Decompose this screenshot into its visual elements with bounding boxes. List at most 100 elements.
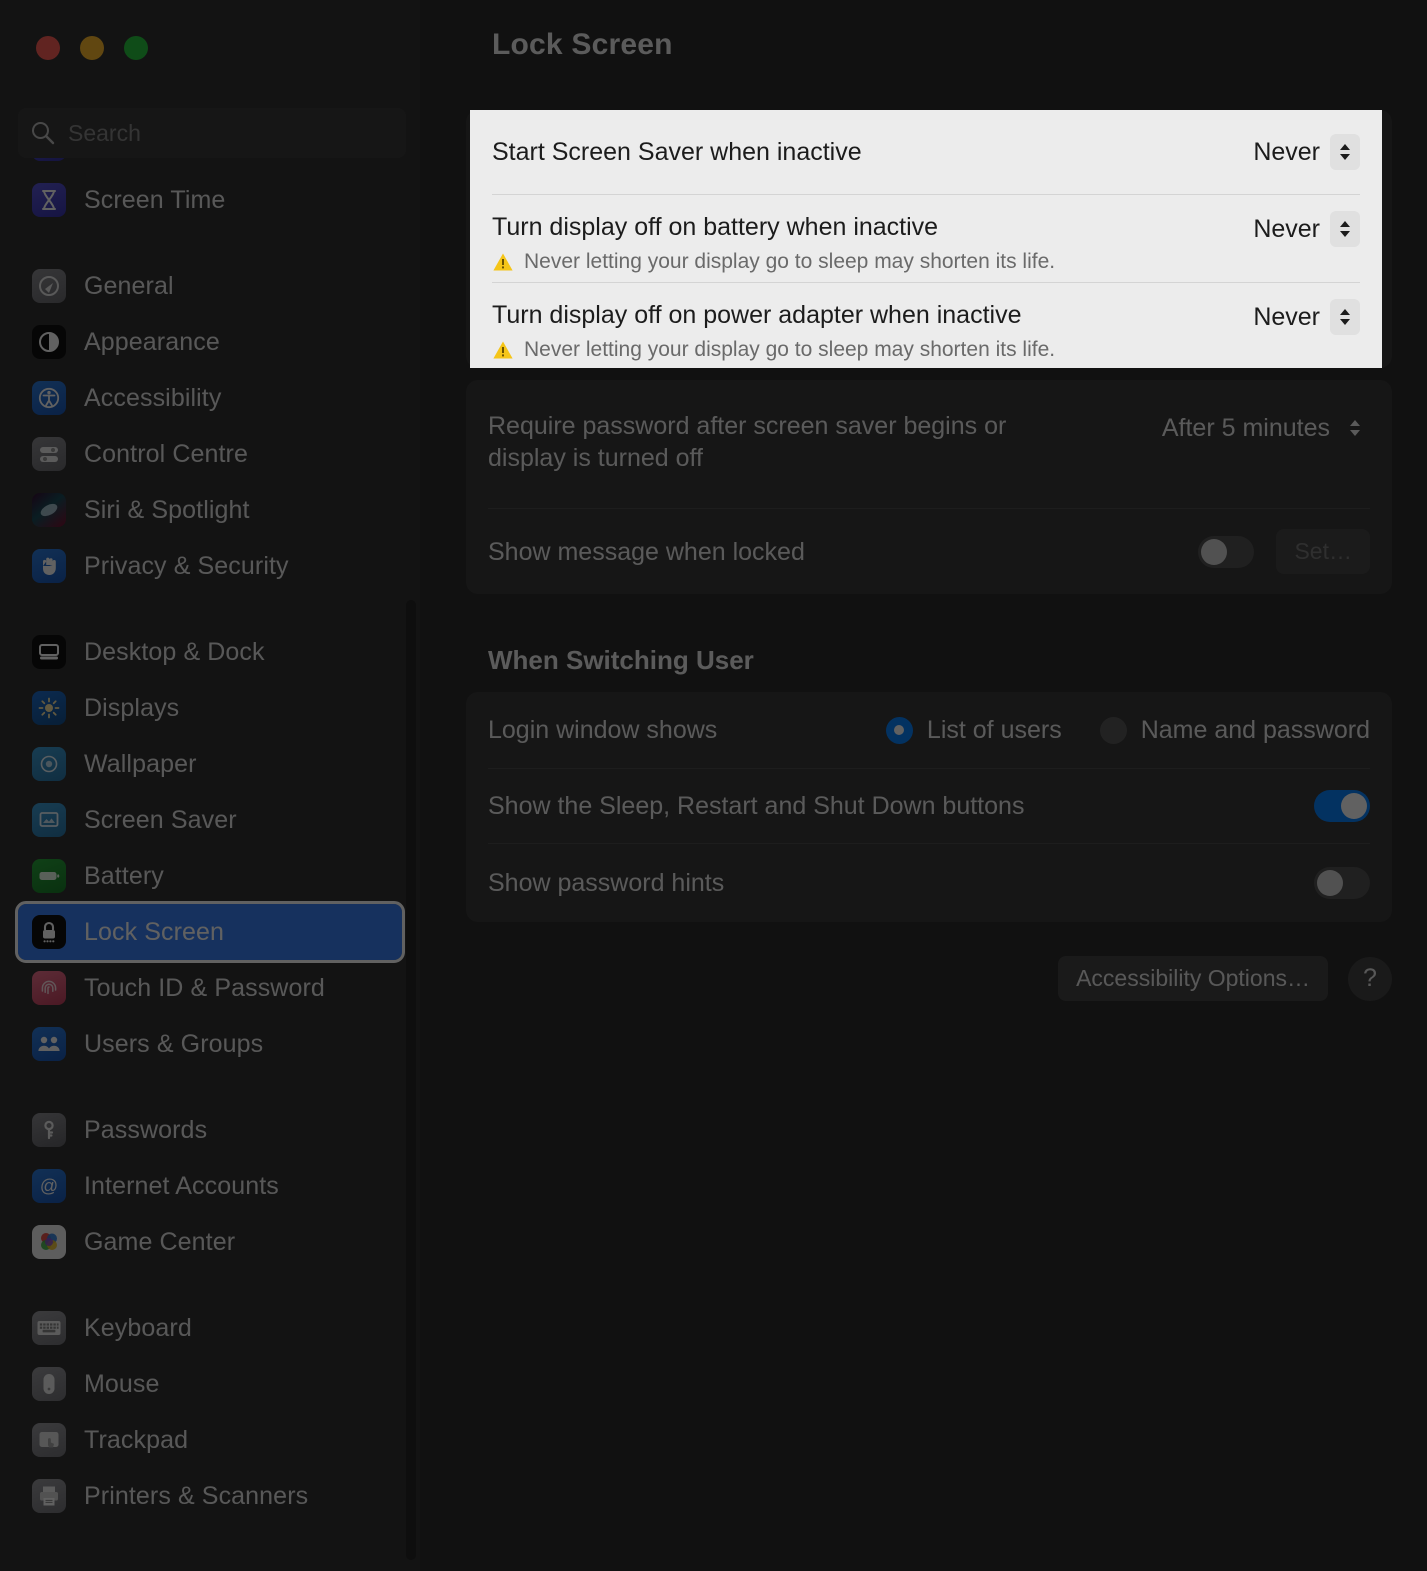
- sidebar-item-battery[interactable]: Battery: [18, 848, 402, 904]
- display-off-battery-popup-highlighted[interactable]: Never: [1253, 211, 1360, 247]
- sidebar-item-displays[interactable]: Displays: [18, 680, 402, 736]
- show-sleep-restart-shutdown-toggle[interactable]: [1314, 790, 1370, 822]
- screen-time-icon: [32, 183, 66, 217]
- row-warning: Never letting your display go to sleep m…: [492, 249, 1055, 275]
- row-label: Login window shows: [488, 716, 718, 744]
- sidebar-item-label: Printers & Scanners: [84, 1481, 309, 1510]
- radio-option-name-and-password[interactable]: Name and password: [1099, 715, 1370, 745]
- sidebar: Focus Screen Time: [0, 0, 420, 1571]
- sidebar-item-label: Screen Saver: [84, 805, 237, 834]
- sidebar-item-touch-id-password[interactable]: Touch ID & Password: [18, 960, 402, 1016]
- set-message-button[interactable]: Set…: [1276, 529, 1370, 574]
- help-button[interactable]: ?: [1348, 956, 1392, 1001]
- sidebar-item-appearance[interactable]: Appearance: [18, 314, 402, 370]
- sidebar-item-mouse[interactable]: Mouse: [18, 1356, 402, 1412]
- sidebar-item-label: Internet Accounts: [84, 1171, 279, 1200]
- desktop-dock-icon: [32, 635, 66, 669]
- sidebar-item-passwords[interactable]: Passwords: [18, 1102, 402, 1158]
- sidebar-item-label: Focus: [84, 158, 153, 159]
- show-password-hints-toggle[interactable]: [1314, 867, 1370, 899]
- sidebar-group-4: Passwords @ Internet Accounts Game Cente…: [18, 1102, 402, 1270]
- accessibility-options-button[interactable]: Accessibility Options…: [1058, 956, 1328, 1001]
- display-off-power-adapter-popup-highlighted[interactable]: Never: [1253, 299, 1360, 335]
- radio-button[interactable]: [885, 716, 913, 744]
- accessibility-icon: [32, 381, 66, 415]
- printers-scanners-icon: [32, 1479, 66, 1513]
- sidebar-item-label: Privacy & Security: [84, 551, 289, 580]
- sidebar-item-desktop-dock[interactable]: Desktop & Dock: [18, 624, 402, 680]
- sidebar-item-game-center[interactable]: Game Center: [18, 1214, 402, 1270]
- zoom-button[interactable]: [124, 36, 148, 60]
- footer-buttons: Accessibility Options… ?: [466, 956, 1392, 1001]
- sidebar-item-lock-screen[interactable]: Lock Screen: [15, 901, 405, 963]
- radio-option-list-of-users[interactable]: List of users: [885, 715, 1062, 745]
- radio-label: Name and password: [1140, 715, 1370, 744]
- login-window-radio-group: List of users Name and password: [885, 715, 1370, 745]
- wallpaper-icon: [32, 747, 66, 781]
- sidebar-scrollbar[interactable]: [406, 600, 416, 1560]
- sidebar-item-label: Game Center: [84, 1227, 236, 1256]
- warning-icon: [493, 253, 513, 271]
- sidebar-item-keyboard[interactable]: Keyboard: [18, 1300, 402, 1356]
- row-label: Turn display off on battery when inactiv…: [492, 213, 939, 241]
- control-centre-icon: [32, 437, 66, 471]
- sidebar-item-label: Displays: [84, 693, 180, 722]
- sidebar-divider: [18, 1270, 402, 1300]
- screen-saver-icon: [32, 803, 66, 837]
- start-screen-saver-popup-highlighted[interactable]: Never: [1253, 134, 1360, 170]
- popup-value: After 5 minutes: [1161, 413, 1330, 442]
- sidebar-item-focus[interactable]: Focus: [18, 158, 402, 172]
- sidebar-item-general[interactable]: General: [18, 258, 402, 314]
- sidebar-item-label: Mouse: [84, 1369, 160, 1398]
- row-display-off-power-adapter-highlighted: Turn display off on power adapter when i…: [470, 283, 1382, 368]
- sidebar-item-siri-spotlight[interactable]: Siri & Spotlight: [18, 482, 402, 538]
- popup-value: Never: [1253, 302, 1320, 331]
- row-warning: Never letting your display go to sleep m…: [492, 337, 1055, 363]
- row-display-off-battery-highlighted: Turn display off on battery when inactiv…: [470, 195, 1382, 282]
- chevron-updown-icon: [1330, 211, 1360, 247]
- sidebar-item-privacy-security[interactable]: Privacy & Security: [18, 538, 402, 594]
- sidebar-item-users-groups[interactable]: Users & Groups: [18, 1016, 402, 1072]
- row-login-window-shows: Login window shows List of users Name an…: [466, 692, 1392, 768]
- row-show-password-hints: Show password hints: [466, 844, 1392, 922]
- search-field[interactable]: [18, 108, 406, 158]
- sidebar-item-label: Battery: [84, 861, 164, 890]
- row-show-sleep-restart-shutdown: Show the Sleep, Restart and Shut Down bu…: [466, 769, 1392, 843]
- sidebar-divider: [18, 1072, 402, 1102]
- row-show-message-when-locked: Show message when locked Set…: [466, 509, 1392, 594]
- row-label: Turn display off on power adapter when i…: [492, 301, 1022, 329]
- sidebar-scroll-area[interactable]: Focus Screen Time: [0, 158, 420, 1571]
- close-button[interactable]: [36, 36, 60, 60]
- chevron-updown-icon: [1330, 134, 1360, 170]
- sidebar-item-screen-saver[interactable]: Screen Saver: [18, 792, 402, 848]
- sidebar-item-printers-scanners[interactable]: Printers & Scanners: [18, 1468, 402, 1524]
- search-input[interactable]: [68, 119, 394, 147]
- sidebar-item-label: Passwords: [84, 1115, 208, 1144]
- row-label: Require password after screen saver begi…: [488, 412, 1007, 472]
- require-password-popup[interactable]: After 5 minutes: [1162, 410, 1370, 446]
- sidebar-item-accessibility[interactable]: Accessibility: [18, 370, 402, 426]
- password-message-group: Require password after screen saver begi…: [466, 380, 1392, 594]
- sidebar-item-label: Accessibility: [84, 383, 222, 412]
- row-label: Start Screen Saver when inactive: [492, 138, 862, 166]
- sidebar-item-internet-accounts[interactable]: @ Internet Accounts: [18, 1158, 402, 1214]
- radio-label: List of users: [926, 715, 1062, 744]
- sidebar-item-label: Trackpad: [84, 1425, 189, 1454]
- lock-screen-icon: [32, 915, 66, 949]
- passwords-icon: [32, 1113, 66, 1147]
- sidebar-item-screen-time[interactable]: Screen Time: [18, 172, 402, 228]
- radio-button[interactable]: [1099, 716, 1127, 744]
- sidebar-item-trackpad[interactable]: Trackpad: [18, 1412, 402, 1468]
- row-start-screen-saver-highlighted: Start Screen Saver when inactive Never: [470, 110, 1382, 194]
- sidebar-item-label: Siri & Spotlight: [84, 495, 250, 524]
- privacy-security-icon: [32, 549, 66, 583]
- show-message-toggle[interactable]: [1198, 535, 1255, 568]
- trackpad-icon: [32, 1423, 66, 1457]
- minimize-button[interactable]: [80, 36, 104, 60]
- sidebar-item-label: Desktop & Dock: [84, 637, 265, 666]
- sidebar-item-wallpaper[interactable]: Wallpaper: [18, 736, 402, 792]
- sidebar-item-control-centre[interactable]: Control Centre: [18, 426, 402, 482]
- mouse-icon: [32, 1367, 66, 1401]
- internet-accounts-icon: @: [32, 1169, 66, 1203]
- sidebar-group-3: Desktop & Dock Displays Wallpaper Screen…: [15, 624, 405, 1072]
